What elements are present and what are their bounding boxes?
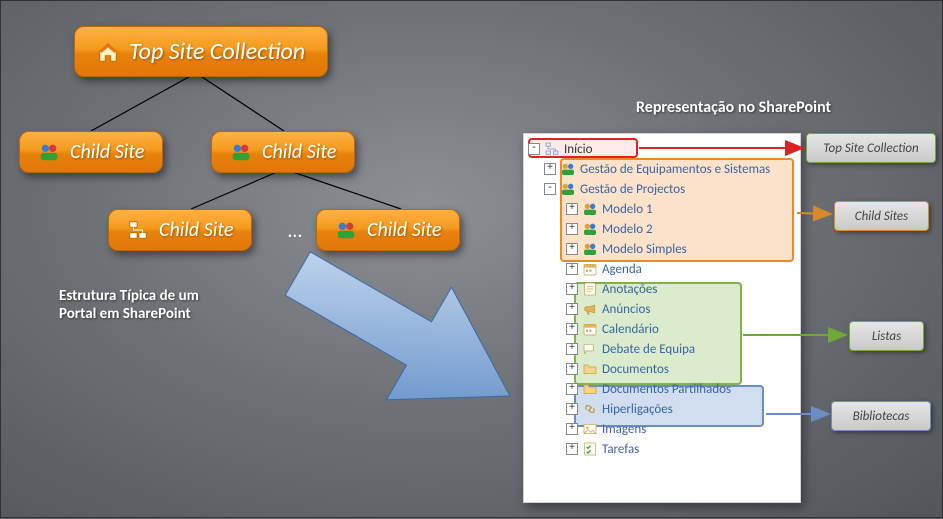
people-icon — [560, 181, 576, 197]
tree-item-label: Gestão de Equipamentos e Sistemas — [580, 162, 770, 177]
tree-item-label: Anotações — [602, 282, 657, 297]
expander-icon[interactable]: + — [566, 263, 578, 275]
expander-icon[interactable]: + — [566, 403, 578, 415]
node-child-label: Child Site — [159, 218, 233, 242]
discuss-icon — [582, 341, 598, 357]
people-icon — [582, 221, 598, 237]
expander-icon[interactable]: + — [566, 363, 578, 375]
expander-icon[interactable]: + — [566, 443, 578, 455]
tree-item-label: Modelo 2 — [602, 222, 653, 237]
tree-item-label: Imagens — [602, 422, 646, 437]
expander-icon[interactable]: - — [528, 143, 540, 155]
tree-row[interactable]: + Anúncios — [524, 299, 800, 319]
callout-top: Top Site Collection — [806, 133, 936, 163]
tree-item-label: Gestão de Projectos — [580, 182, 685, 197]
expander-icon[interactable]: + — [566, 303, 578, 315]
task-icon — [582, 441, 598, 457]
subsite-icon — [127, 219, 149, 241]
folder-icon — [582, 381, 598, 397]
tree-item-label: Documentos — [602, 362, 669, 377]
link-icon — [582, 401, 598, 417]
callout-lists-label: Listas — [872, 329, 901, 344]
subsite-icon — [544, 141, 560, 157]
tree-item-label: Modelo 1 — [602, 202, 653, 217]
tree-item-label: Debate de Equipa — [602, 342, 695, 357]
tree-row[interactable]: + Modelo Simples — [524, 239, 800, 259]
cal-icon — [582, 261, 598, 277]
sharepoint-tree-panel: - Início + Gestão de Equipamentos e Siste… — [523, 133, 801, 503]
tree-row[interactable]: + Modelo 1 — [524, 199, 800, 219]
tree-row[interactable]: - Gestão de Projectos — [524, 179, 800, 199]
tree-item-label: Anúncios — [602, 302, 650, 317]
expander-icon[interactable]: + — [566, 223, 578, 235]
expander-icon[interactable]: + — [566, 343, 578, 355]
expander-icon[interactable]: + — [566, 323, 578, 335]
node-child-label: Child Site — [70, 140, 144, 164]
tree-item-label: Documentos Partilhados — [602, 382, 731, 397]
tree-row[interactable]: + Documentos — [524, 359, 800, 379]
cal-icon — [582, 321, 598, 337]
expander-icon[interactable]: + — [566, 383, 578, 395]
node-child-2: Child Site — [211, 131, 355, 173]
tree-row[interactable]: + Hiperligações — [524, 399, 800, 419]
tree-root-label: Início — [564, 142, 592, 157]
node-top-site: Top Site Collection — [74, 26, 328, 77]
expander-icon[interactable]: + — [566, 243, 578, 255]
expander-icon[interactable]: + — [544, 163, 556, 175]
callout-top-label: Top Site Collection — [823, 141, 918, 156]
expander-icon[interactable]: + — [566, 203, 578, 215]
expander-icon[interactable]: + — [566, 283, 578, 295]
tree-item-label: Tarefas — [602, 442, 639, 457]
people-icon — [38, 141, 60, 163]
tree-row[interactable]: + Calendário — [524, 319, 800, 339]
tree-row[interactable]: + Tarefas — [524, 439, 800, 459]
tree-item-label: Modelo Simples — [602, 242, 687, 257]
home-icon — [97, 41, 119, 63]
tree-item-label: Agenda — [602, 262, 642, 277]
tree-row[interactable]: + Imagens — [524, 419, 800, 439]
big-arrow-icon — [271, 236, 541, 436]
callout-child: Child Sites — [834, 201, 929, 231]
node-child-3: Child Site — [108, 209, 252, 251]
callout-lists: Listas — [849, 321, 924, 351]
folder-icon — [582, 361, 598, 377]
announce-icon — [582, 301, 598, 317]
callout-libs: Bibliotecas — [831, 401, 931, 431]
callout-child-label: Child Sites — [855, 209, 908, 224]
expander-icon[interactable]: - — [544, 183, 556, 195]
tree-row[interactable]: + Agenda — [524, 259, 800, 279]
tree-row[interactable]: + Anotações — [524, 279, 800, 299]
people-icon — [582, 201, 598, 217]
people-icon — [230, 141, 252, 163]
tree-row[interactable]: + Debate de Equipa — [524, 339, 800, 359]
tree-item-label: Hiperligações — [602, 402, 673, 417]
tree-root[interactable]: - Início — [524, 139, 800, 159]
node-child-label: Child Site — [262, 140, 336, 164]
callout-libs-label: Bibliotecas — [853, 409, 910, 424]
caption-header: Representação no SharePoint — [636, 98, 831, 117]
people-icon — [582, 241, 598, 257]
caption-left: Estrutura Típica de um Portal em SharePo… — [59, 287, 199, 323]
expander-icon[interactable]: + — [566, 423, 578, 435]
note-icon — [582, 281, 598, 297]
tree-row[interactable]: + Gestão de Equipamentos e Sistemas — [524, 159, 800, 179]
node-child-1: Child Site — [19, 131, 163, 173]
people-icon — [560, 161, 576, 177]
tree-item-label: Calendário — [602, 322, 659, 337]
node-top-label: Top Site Collection — [129, 37, 305, 66]
tree-row[interactable]: + Documentos Partilhados — [524, 379, 800, 399]
tree-row[interactable]: + Modelo 2 — [524, 219, 800, 239]
image-icon — [582, 421, 598, 437]
